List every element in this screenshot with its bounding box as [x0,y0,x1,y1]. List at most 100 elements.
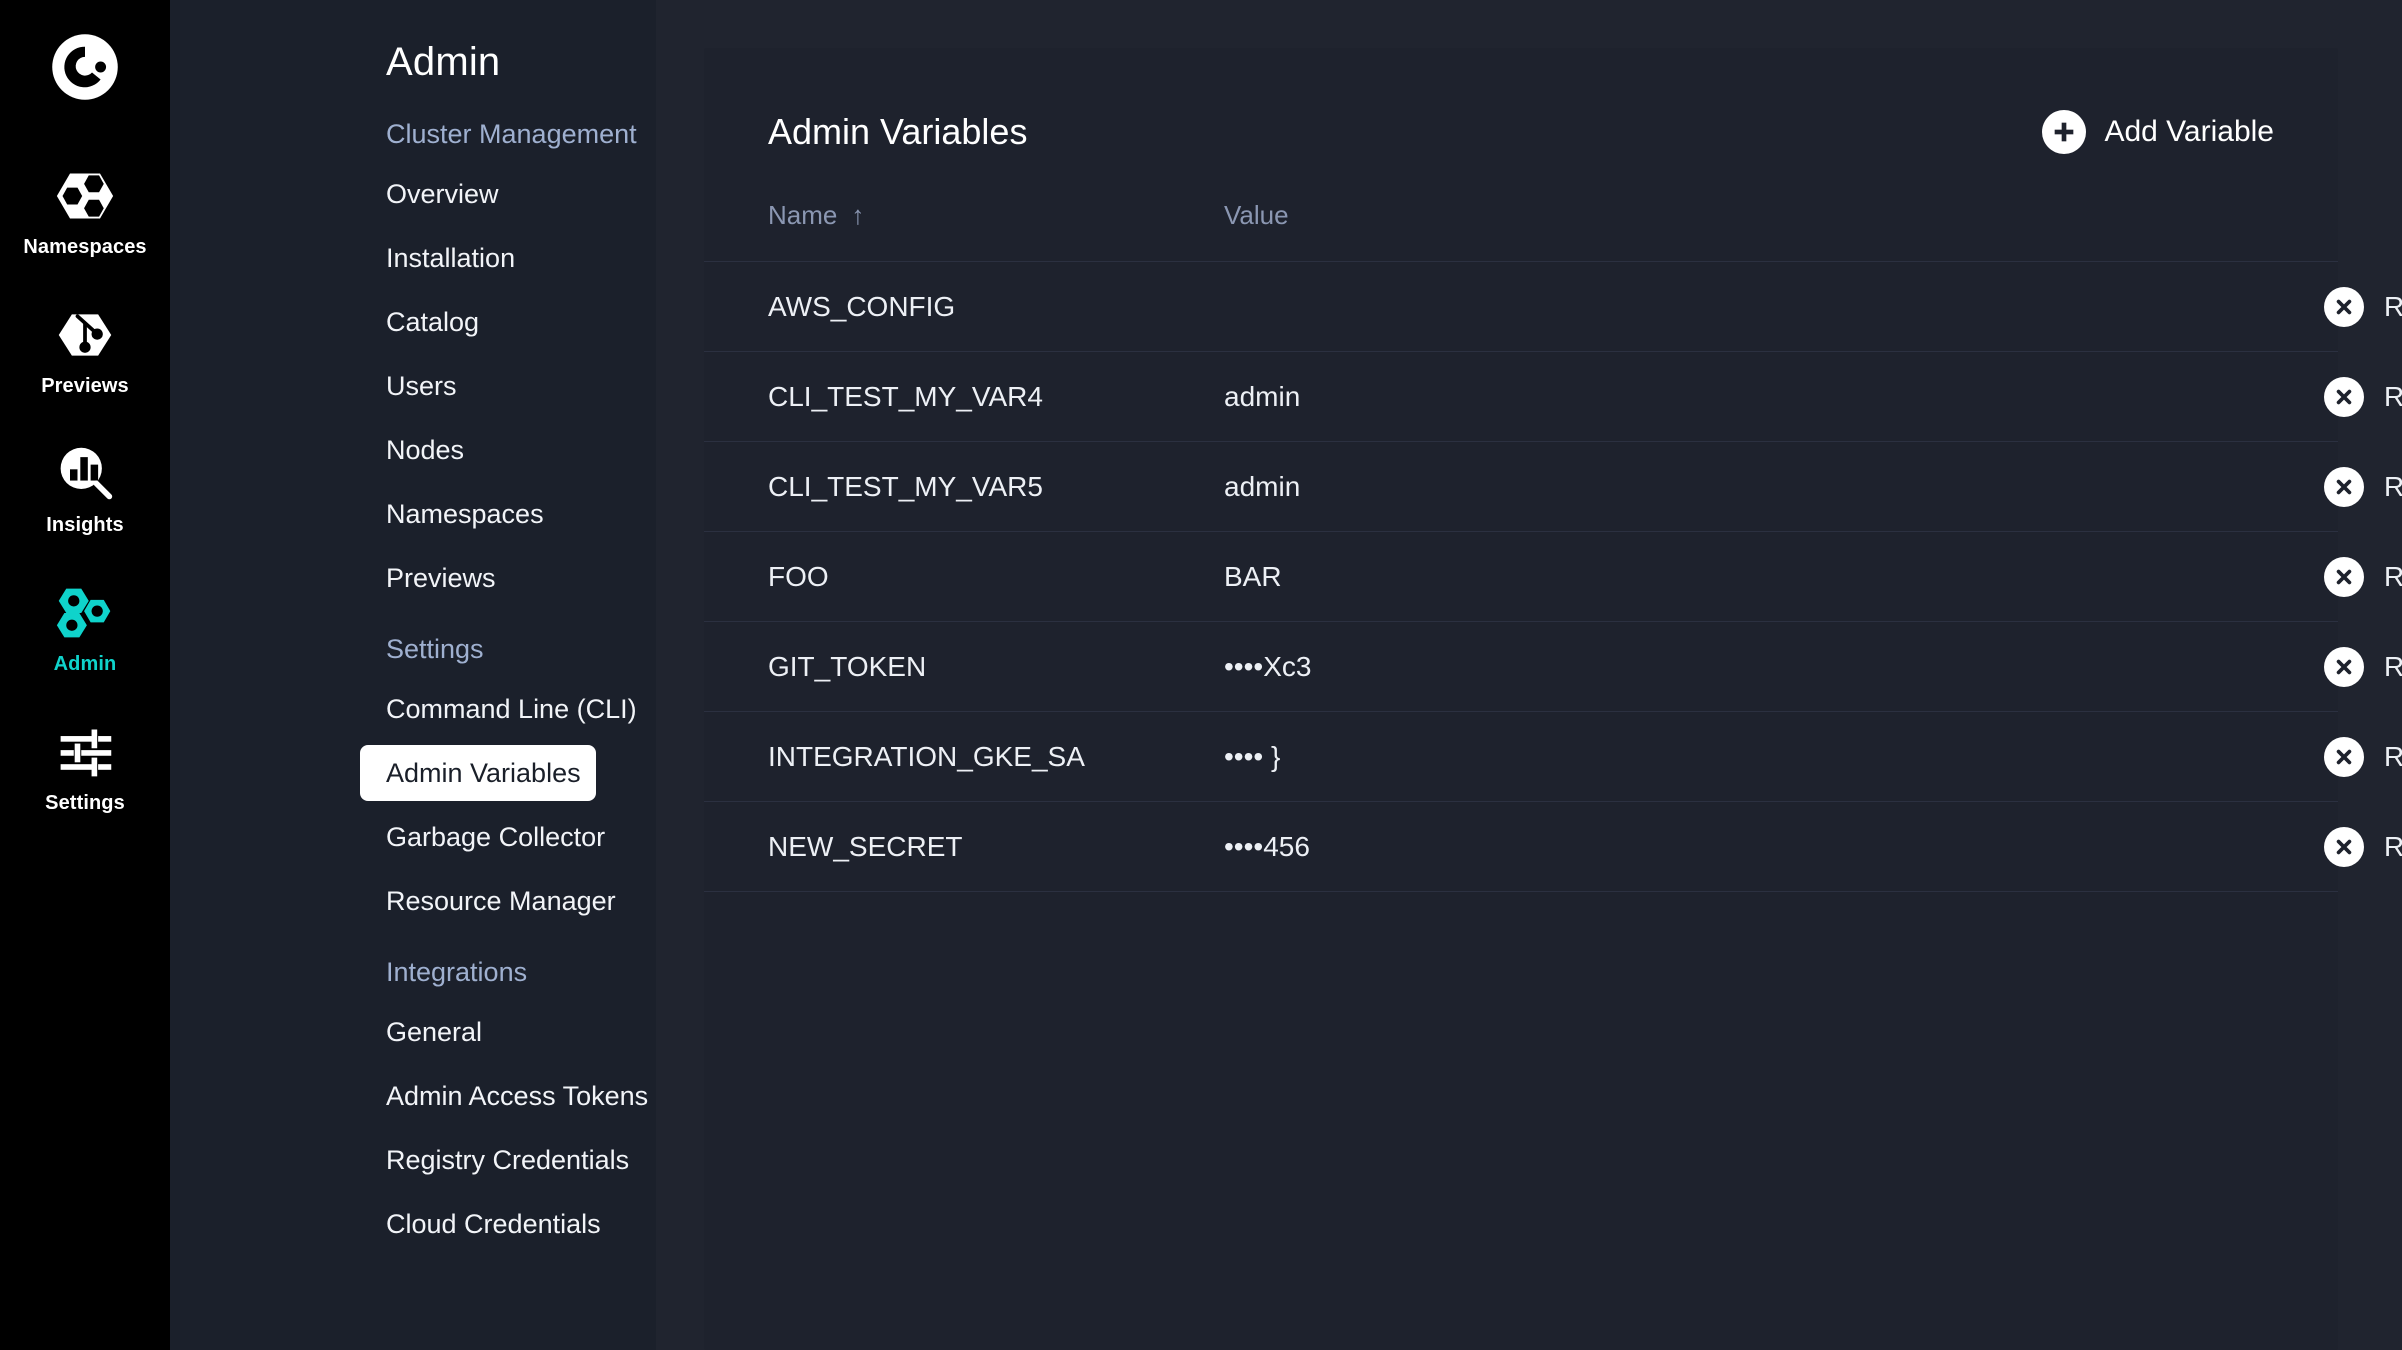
column-header-name[interactable]: Name ↑ [704,200,1224,262]
nav-group-label: Integrations [386,957,528,987]
add-variable-label: Add Variable [2104,115,2274,148]
table-row: CLI_TEST_MY_VAR5 admin Remove [704,441,2402,532]
cell-actions: Remove [2324,801,2402,892]
cell-actions: Remove [2324,441,2402,532]
rail-item-label: Namespaces [23,236,147,258]
remove-label: Remove [2384,740,2402,772]
table-row: INTEGRATION_GKE_SA •••• } Remove [704,711,2402,802]
cell-value: •••• } [1224,711,2324,802]
remove-button[interactable]: Remove [2324,646,2402,687]
cell-actions: Remove [2324,351,2402,442]
remove-button[interactable]: Remove [2324,286,2402,327]
cell-name: FOO [704,531,1224,622]
rail-item-label: Insights [46,514,124,536]
primary-nav-rail: Namespaces Previews Insights Admin Setti… [0,0,170,1350]
sidebar-item-general[interactable]: General [360,1004,596,1060]
sidebar-item-cloud-credentials[interactable]: Cloud Credentials [360,1196,601,1252]
remove-button[interactable]: Remove [2324,376,2402,417]
sidebar-item-command-line-cli[interactable]: Command Line (CLI) [360,681,637,737]
rail-item-admin[interactable]: Admin [0,583,170,676]
git-branch-hexagon-icon [55,305,115,365]
remove-label: Remove [2384,560,2402,592]
x-circle-icon [2324,826,2364,867]
cell-name: NEW_SECRET [704,801,1224,892]
column-header-value[interactable]: Value [1224,200,2324,262]
nav-group-label: Cluster Management [386,119,637,149]
sidebar-item-garbage-collector[interactable]: Garbage Collector [360,809,605,865]
sidebar-item-previews[interactable]: Previews [360,550,596,606]
admin-variables-panel: Admin Variables Add Variable Name ↑ Valu… [704,48,2402,1350]
table-row: FOO BAR Remove [704,531,2402,622]
sidebar-item-overview[interactable]: Overview [360,166,596,222]
remove-label: Remove [2384,470,2402,502]
column-header-name-label: Name [768,200,838,230]
rail-item-label: Previews [41,375,129,397]
x-circle-icon [2324,466,2364,507]
cell-name: CLI_TEST_MY_VAR5 [704,441,1224,532]
nav-group-settings: Settings Command Line (CLI) Admin Variab… [170,634,656,929]
remove-label: Remove [2384,380,2402,412]
cell-value: ••••Xc3 [1224,621,2324,712]
main-content: Admin Variables Add Variable Name ↑ Valu… [656,0,2402,1350]
table-row: NEW_SECRET ••••456 Remove [704,801,2402,892]
table-header: Name ↑ Value [704,200,2338,262]
x-circle-icon [2324,286,2364,327]
secondary-nav: Admin Cluster Management Overview Instal… [170,0,656,1350]
rail-item-settings[interactable]: Settings [0,722,170,815]
sidebar-item-admin-access-tokens[interactable]: Admin Access Tokens [360,1068,648,1124]
crucible-logo-icon[interactable] [46,28,124,106]
cell-name: GIT_TOKEN [704,621,1224,712]
remove-button[interactable]: Remove [2324,556,2402,597]
cell-value: admin [1224,441,2324,532]
sidebar-item-registry-credentials[interactable]: Registry Credentials [360,1132,629,1188]
cell-value: admin [1224,351,2324,442]
cell-actions: Remove [2324,711,2402,802]
cell-name: AWS_CONFIG [704,261,1224,352]
plus-circle-icon [2042,110,2087,154]
hexagon-nodes-icon [55,583,115,643]
table-body: AWS_CONFIG Remove CLI_TEST_ [704,261,2402,892]
cell-actions: Remove [2324,621,2402,712]
remove-label: Remove [2384,830,2402,862]
table-row: GIT_TOKEN ••••Xc3 Remove [704,621,2402,712]
chart-magnifier-icon [55,444,115,504]
add-variable-button[interactable]: Add Variable [2042,110,2274,154]
remove-button[interactable]: Remove [2324,466,2402,507]
hexagon-cluster-icon [55,166,115,226]
sidebar-item-installation[interactable]: Installation [360,230,596,286]
rail-item-previews[interactable]: Previews [0,305,170,398]
rail-item-label: Settings [45,792,125,814]
rail-item-namespaces[interactable]: Namespaces [0,166,170,259]
app-root: Namespaces Previews Insights Admin Setti… [0,0,2402,1350]
table-row: AWS_CONFIG Remove [704,261,2402,352]
nav-group-integrations: Integrations General Admin Access Tokens… [170,957,656,1252]
sliders-icon [55,722,115,782]
page-title: Admin [386,40,501,84]
sort-asc-icon[interactable]: ↑ [851,200,864,231]
x-circle-icon [2324,736,2364,777]
rail-item-insights[interactable]: Insights [0,444,170,537]
cell-value: BAR [1224,531,2324,622]
cell-actions: Remove [2324,261,2402,352]
remove-button[interactable]: Remove [2324,826,2402,867]
panel-title: Admin Variables [768,111,1028,152]
x-circle-icon [2324,556,2364,597]
panel-header: Admin Variables Add Variable [704,48,2338,154]
remove-label: Remove [2384,650,2402,682]
remove-label: Remove [2384,290,2402,322]
nav-group-label: Settings [386,634,484,664]
cell-value: ••••456 [1224,801,2324,892]
remove-button[interactable]: Remove [2324,736,2402,777]
cell-name: INTEGRATION_GKE_SA [704,711,1224,802]
sidebar-item-resource-manager[interactable]: Resource Manager [360,873,616,929]
rail-item-label: Admin [53,653,117,675]
cell-value [1224,261,2324,352]
sidebar-item-admin-variables[interactable]: Admin Variables [360,745,596,801]
sidebar-item-catalog[interactable]: Catalog [360,294,596,350]
sidebar-item-nodes[interactable]: Nodes [360,422,596,478]
x-circle-icon [2324,646,2364,687]
sidebar-item-namespaces[interactable]: Namespaces [360,486,596,542]
sidebar-item-users[interactable]: Users [360,358,596,414]
cell-actions: Remove [2324,531,2402,622]
admin-variables-table: Name ↑ Value AWS_CONFIG R CLI_TEST_MY_VA… [704,200,2402,892]
